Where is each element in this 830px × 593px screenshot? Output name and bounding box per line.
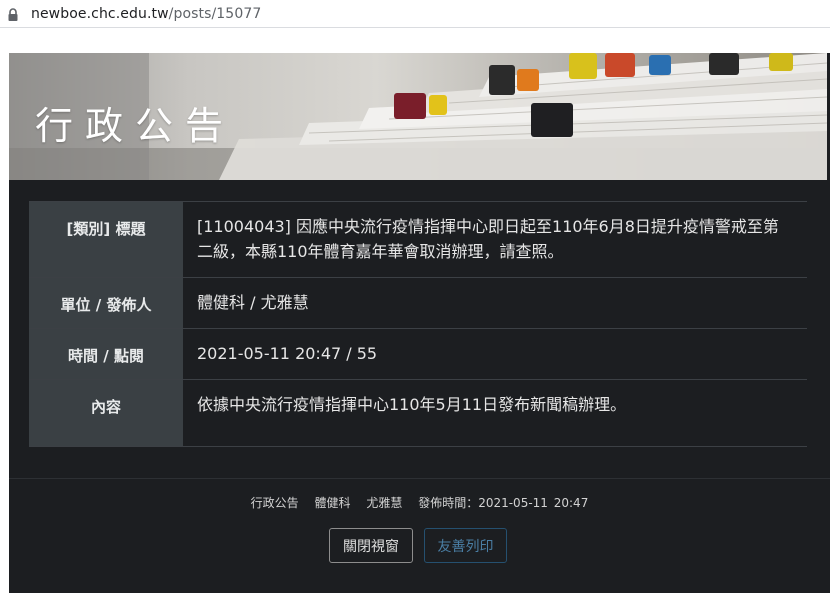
label-time-views: 時間 / 點閱 [29, 329, 183, 379]
post-info-table: [類別] 標題 [11004043] 因應中央流行疫情指揮中心即日起至110年6… [29, 201, 807, 447]
url-text[interactable]: newboe.chc.edu.tw/posts/15077 [31, 6, 261, 22]
footer-divider [9, 478, 830, 479]
close-window-button[interactable]: 關閉視窗 [329, 528, 413, 563]
value-content: 依據中央流行疫情指揮中心110年5月11日發布新聞稿辦理。 [197, 395, 627, 414]
value-time-views: 2021-05-11 20:47 / 55 [197, 344, 378, 363]
post-panel: 行政公告 [類別] 標題 [11004043] 因應中央流行疫情指揮中心即日起至… [9, 53, 830, 593]
address-bar[interactable]: newboe.chc.edu.tw/posts/15077 [0, 0, 830, 28]
meta-published: 發佈時間：2021-05-11 20:47 [418, 496, 589, 510]
meta-category: 行政公告 [250, 496, 299, 510]
lock-icon[interactable] [7, 7, 19, 21]
value-unit-author: 體健科 / 尤雅慧 [197, 293, 309, 312]
label-content: 內容 [29, 380, 183, 446]
table-row-unit: 單位 / 發佈人 體健科 / 尤雅慧 [29, 277, 807, 328]
url-path: /posts/15077 [168, 5, 262, 22]
meta-author: 尤雅慧 [366, 496, 403, 510]
page: 行政公告 [類別] 標題 [11004043] 因應中央流行疫情指揮中心即日起至… [0, 28, 830, 593]
page-title: 行政公告 [35, 104, 236, 148]
print-friendly-button[interactable]: 友善列印 [424, 528, 507, 563]
label-unit-author: 單位 / 發佈人 [29, 278, 183, 328]
post-meta: 行政公告 體健科 尤雅慧 發佈時間：2021-05-11 20:47 [9, 494, 830, 511]
table-row-time: 時間 / 點閱 2021-05-11 20:47 / 55 [29, 328, 807, 379]
label-category-title: [類別] 標題 [29, 202, 183, 277]
value-title: [11004043] 因應中央流行疫情指揮中心即日起至110年6月8日提升疫情警… [197, 217, 779, 261]
table-row-title: [類別] 標題 [11004043] 因應中央流行疫情指揮中心即日起至110年6… [29, 201, 807, 277]
table-row-content: 內容 依據中央流行疫情指揮中心110年5月11日發布新聞稿辦理。 [29, 379, 807, 447]
url-host: newboe.chc.edu.tw [31, 5, 169, 22]
meta-unit: 體健科 [314, 496, 351, 510]
banner-image: 行政公告 [9, 53, 827, 180]
